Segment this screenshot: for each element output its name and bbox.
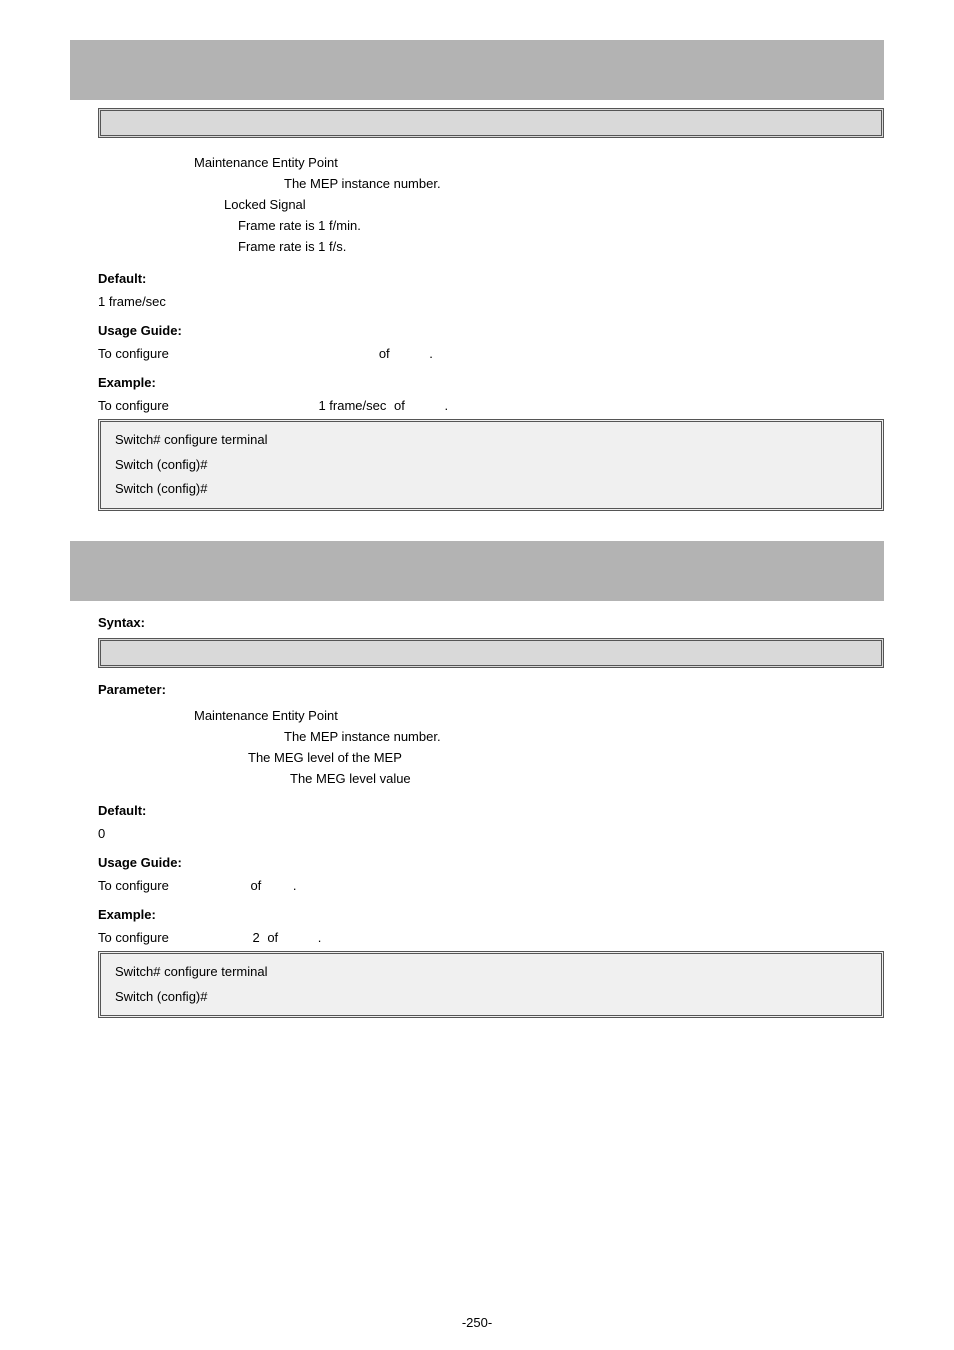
usage-mid-2: of	[250, 878, 261, 893]
ex-line3-1: Switch (config)#	[115, 477, 867, 502]
def-1m: Frame rate is 1 f/min.	[194, 215, 441, 236]
def-mep-2: Maintenance Entity Point	[194, 705, 441, 726]
ex-end-2: .	[318, 930, 322, 945]
usage-heading-2: Usage Guide:	[98, 855, 884, 870]
def-instance: The MEP instance number.	[194, 173, 441, 194]
definition-table-2: Maintenance Entity Point The MEP instanc…	[98, 705, 441, 789]
usage-pre-2: To configure	[98, 878, 169, 893]
syntax-heading-2: Syntax:	[98, 615, 884, 630]
def-mep: Maintenance Entity Point	[194, 152, 441, 173]
parameter-heading-2: Parameter:	[98, 682, 884, 697]
default-value-2: 0	[98, 826, 884, 841]
ex-mid-1: 1 frame/sec	[318, 398, 386, 413]
example-box-1: Switch# configure terminal Switch (confi…	[98, 419, 884, 511]
ex-end-1: .	[444, 398, 448, 413]
ex-of-2: of	[267, 930, 278, 945]
definition-table-1: Maintenance Entity Point The MEP instanc…	[98, 152, 441, 257]
ex-line1-1: Switch# configure terminal	[115, 428, 867, 453]
def-level-2: The MEG level of the MEP	[194, 747, 441, 768]
syntax-box-1	[98, 108, 884, 138]
ex-line1-2: Switch# configure terminal	[115, 960, 867, 985]
usage-heading-1: Usage Guide:	[98, 323, 884, 338]
example-heading-2: Example:	[98, 907, 884, 922]
usage-end-1: .	[429, 346, 433, 361]
section-header-2	[70, 541, 884, 601]
default-value-1: 1 frame/sec	[98, 294, 884, 309]
ex-of-1: of	[394, 398, 405, 413]
default-heading-1: Default:	[98, 271, 884, 286]
ex-line2-2: Switch (config)#	[115, 985, 867, 1010]
example-heading-1: Example:	[98, 375, 884, 390]
ex-val-2: 2	[252, 930, 259, 945]
example-box-2: Switch# configure terminal Switch (confi…	[98, 951, 884, 1018]
def-lck: Locked Signal	[194, 194, 441, 215]
page-number: -250-	[0, 1315, 954, 1330]
def-07-2: The MEG level value	[194, 768, 441, 789]
def-instance-2: The MEP instance number.	[194, 726, 441, 747]
default-heading-2: Default:	[98, 803, 884, 818]
ex-pre-2: To configure	[98, 930, 169, 945]
usage-pre-1: To configure	[98, 346, 169, 361]
ex-pre-1: To configure	[98, 398, 169, 413]
usage-mid-1: of	[379, 346, 390, 361]
ex-line2-1: Switch (config)#	[115, 453, 867, 478]
def-1s: Frame rate is 1 f/s.	[194, 236, 441, 257]
usage-end-2: .	[293, 878, 297, 893]
syntax-box-2	[98, 638, 884, 668]
section-header-1	[70, 40, 884, 100]
